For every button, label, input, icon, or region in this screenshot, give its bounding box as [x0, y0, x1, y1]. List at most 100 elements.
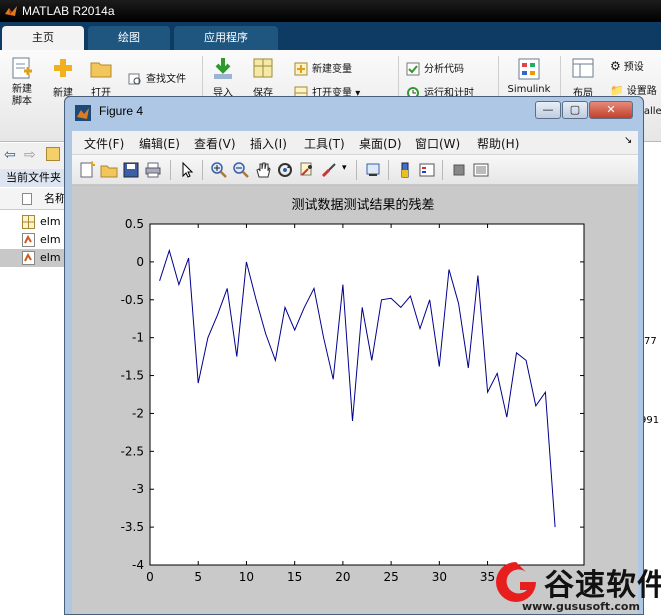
menu-help[interactable]: 帮助(H): [477, 135, 519, 152]
y-tick-label: 0.5: [125, 217, 144, 231]
print-icon[interactable]: [144, 161, 162, 179]
chart-title: 测试数据测试结果的残差: [291, 197, 434, 213]
screen: MATLAB R2014a 主页 绘图 应用程序 新建 脚本 新建 打开 查找文…: [0, 0, 661, 615]
output-fragment: 77: [644, 336, 657, 347]
folder-up-icon[interactable]: [46, 147, 60, 161]
find-files-button[interactable]: 查找文件: [128, 70, 186, 86]
data-cursor-icon[interactable]: [298, 161, 316, 179]
app-title: MATLAB R2014a: [22, 4, 115, 18]
menu-window[interactable]: 窗口(W): [415, 135, 460, 152]
y-tick-label: -3.5: [121, 520, 144, 534]
find-files-label: 查找文件: [146, 74, 186, 85]
y-tick-label: -3: [132, 482, 144, 496]
figure-titlebar[interactable]: Figure 4 — ▢ ✕: [65, 97, 643, 129]
figure-title: Figure 4: [99, 104, 144, 118]
simulink-button[interactable]: Simulink: [504, 56, 554, 95]
toolbar-separator: [170, 160, 171, 180]
menu-desktop[interactable]: 桌面(D): [359, 135, 402, 152]
minimize-button[interactable]: —: [535, 101, 561, 119]
back-arrow-icon[interactable]: ⇦: [4, 147, 16, 163]
layout-button[interactable]: 布局: [566, 56, 600, 99]
close-button[interactable]: ✕: [589, 101, 633, 119]
dock-arrow-icon[interactable]: ↘: [624, 135, 632, 146]
menu-insert[interactable]: 插入(I): [250, 135, 287, 152]
analyze-code-icon: [406, 62, 420, 76]
zoom-out-icon[interactable]: [232, 161, 250, 179]
pan-hand-icon[interactable]: [254, 161, 272, 179]
chevron-down-icon[interactable]: ▾: [342, 163, 347, 173]
figure-toolbar: ▾: [72, 155, 638, 185]
new-variable-button[interactable]: 新建变量: [294, 60, 352, 76]
toolbar-separator: [388, 160, 389, 180]
show-plot-tools-icon[interactable]: [472, 161, 490, 179]
analyze-code-label: 分析代码: [424, 64, 464, 75]
file-row[interactable]: elm: [0, 249, 70, 267]
new-variable-label: 新建变量: [312, 64, 352, 75]
preferences-button[interactable]: ⚙ 预设: [610, 58, 644, 73]
import-button[interactable]: 导入: [206, 56, 240, 99]
analyze-code-button[interactable]: 分析代码: [406, 60, 464, 76]
y-tick-label: -4: [132, 558, 144, 572]
legend-icon[interactable]: [418, 161, 436, 179]
tab-home[interactable]: 主页: [2, 26, 84, 50]
x-tick-label: 0: [146, 570, 154, 584]
matlab-logo-icon: [5, 6, 17, 16]
save-icon[interactable]: [122, 161, 140, 179]
maximize-button[interactable]: ▢: [562, 101, 588, 119]
file-name: elm: [40, 233, 61, 246]
x-tick-label: 5: [194, 570, 202, 584]
x-tick-label: 25: [383, 570, 398, 584]
new-variable-icon: [294, 62, 308, 76]
gear-icon: ⚙: [610, 59, 621, 73]
set-path-button[interactable]: 📁 设置路: [610, 82, 657, 97]
new-script-button[interactable]: 新建 脚本: [4, 56, 40, 108]
x-tick-label: 10: [239, 570, 254, 584]
hide-plot-tools-icon[interactable]: [450, 161, 468, 179]
m-file-icon: [22, 233, 35, 247]
new-figure-icon[interactable]: [78, 161, 96, 179]
y-tick-label: -0.5: [121, 293, 144, 307]
current-folder-label: 当前文件夹: [0, 169, 70, 187]
y-tick-label: -2.5: [121, 444, 144, 458]
simulink-label: Simulink: [507, 84, 551, 95]
x-tick-label: 20: [335, 570, 350, 584]
folder-icon: [90, 62, 112, 78]
watermark-url: www.gususoft.com: [522, 600, 640, 613]
file-name: elm: [40, 251, 61, 264]
y-tick-label: -2: [132, 406, 144, 420]
menu-file[interactable]: 文件(F): [84, 135, 124, 152]
plot-axes[interactable]: [149, 223, 585, 566]
m-file-icon: [22, 251, 35, 265]
residual-line-chart[interactable]: 测试数据测试结果的残差 0 5 10 15 20 25 30 350.50-0.5-1-1.5…: [72, 186, 638, 614]
save-button[interactable]: 保存: [246, 56, 280, 99]
file-row[interactable]: elm: [0, 231, 70, 249]
tab-plots[interactable]: 绘图: [88, 26, 170, 50]
open-button[interactable]: 打开: [84, 56, 118, 99]
link-plot-icon[interactable]: [364, 161, 382, 179]
x-tick-label: 30: [432, 570, 447, 584]
menu-edit[interactable]: 编辑(E): [139, 135, 180, 152]
name-column-label: 名称: [44, 192, 66, 205]
matlab-figure-icon: [75, 105, 91, 121]
new-button[interactable]: 新建: [46, 56, 80, 99]
plus-icon: [54, 59, 72, 77]
pointer-icon[interactable]: [178, 161, 196, 179]
menu-view[interactable]: 查看(V): [194, 135, 236, 152]
ribbon-tabbar: 主页 绘图 应用程序: [0, 22, 661, 50]
layout-icon: [572, 58, 594, 78]
rotate-3d-icon[interactable]: [276, 161, 294, 179]
y-tick-label: 0: [136, 255, 144, 269]
file-column-header[interactable]: 名称: [0, 188, 70, 210]
file-header-icon: [22, 193, 32, 205]
zoom-in-icon[interactable]: [210, 161, 228, 179]
brush-icon[interactable]: [320, 161, 338, 179]
colorbar-icon[interactable]: [396, 161, 414, 179]
file-row[interactable]: elm: [0, 213, 70, 231]
menu-tools[interactable]: 工具(T): [304, 135, 345, 152]
y-tick-label: -1.5: [121, 369, 144, 383]
forward-arrow-icon[interactable]: ⇨: [24, 147, 36, 163]
file-name: elm: [40, 215, 61, 228]
save-workspace-icon: [253, 58, 273, 78]
open-file-icon[interactable]: [100, 161, 118, 179]
tab-apps[interactable]: 应用程序: [174, 26, 278, 50]
